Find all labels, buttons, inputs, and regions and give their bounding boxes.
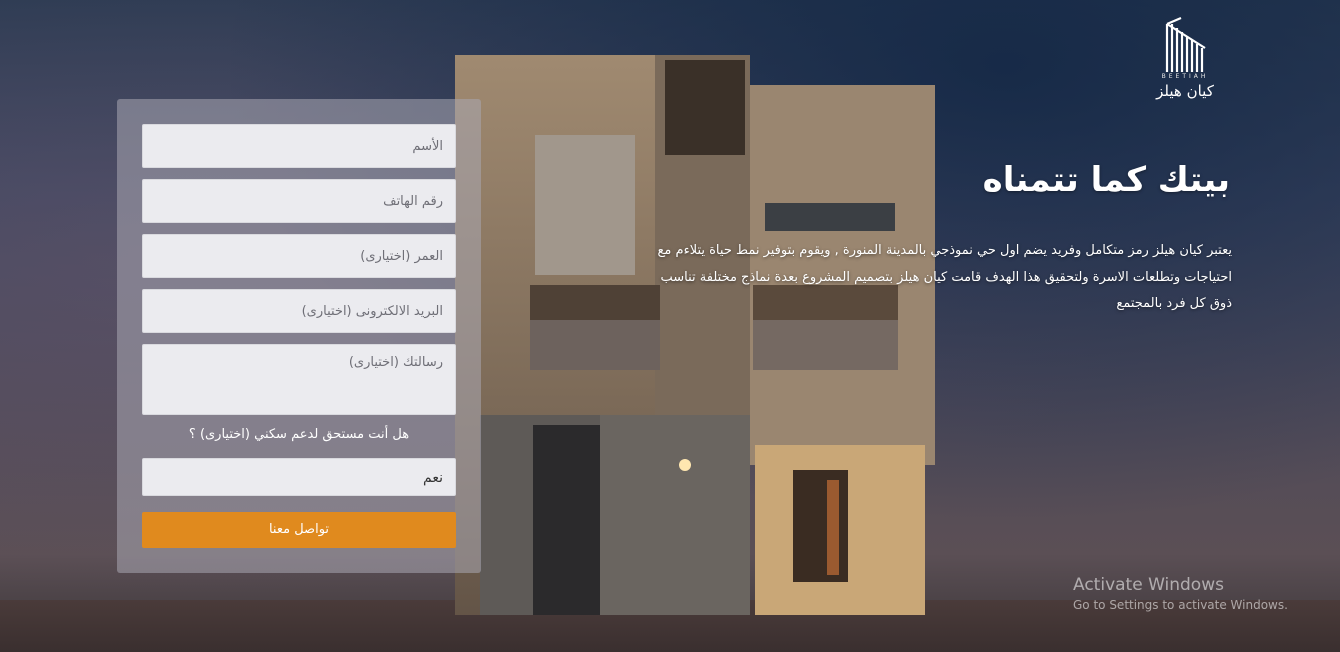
name-input[interactable]: الأسم: [142, 124, 456, 168]
hero-title: بيتك كما تتمناه: [982, 160, 1230, 200]
age-input[interactable]: العمر (اختيارى): [142, 234, 456, 278]
housing-support-question: هل أنت مستحق لدعم سكني (اختيارى) ؟: [188, 427, 410, 442]
message-textarea[interactable]: رسالتك (اختيارى): [142, 344, 456, 415]
email-input[interactable]: البريد الالكترونى (اختيارى): [142, 289, 456, 333]
activate-title: Activate Windows: [1073, 575, 1224, 595]
logo-subtitle: BEETIAH: [1161, 73, 1209, 80]
contact-submit-button[interactable]: تواصل معنا: [142, 512, 456, 548]
housing-support-select[interactable]: نعم: [142, 458, 456, 496]
activate-windows-watermark: Activate Windows Go to Settings to activ…: [1073, 575, 1288, 612]
phone-input[interactable]: رقم الهاتف: [142, 179, 456, 223]
brand-name: كيان هيلز: [1156, 82, 1214, 100]
hero-description: يعتبر كيان هيلز رمز متكامل وفريد يضم اول…: [657, 243, 1232, 311]
house-illustration: [455, 55, 935, 615]
building-stripes-logo-icon: [1165, 16, 1206, 72]
contact-form: الأسم رقم الهاتف العمر (اختيارى) البريد …: [117, 99, 481, 573]
activate-subtitle: Go to Settings to activate Windows.: [1073, 598, 1288, 612]
brand-logo[interactable]: BEETIAH كيان هيلز: [1148, 16, 1222, 100]
